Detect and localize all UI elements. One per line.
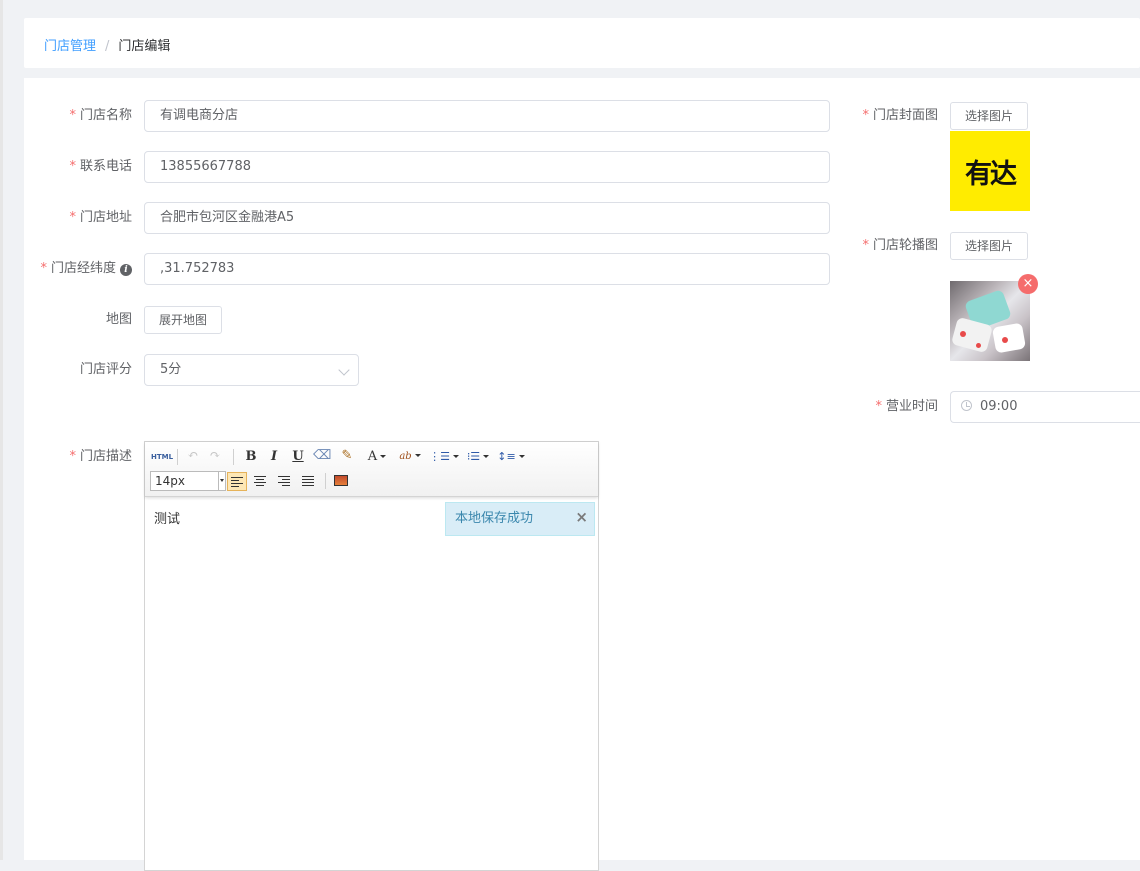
cover-label: * 门店封面图 — [844, 100, 938, 132]
business-hours-value: 09:00 — [980, 399, 1018, 414]
ordered-list-icon: ⋮☰ — [429, 450, 450, 463]
font-size-value: 14px — [155, 474, 185, 488]
underline-button[interactable]: U — [290, 448, 306, 466]
rating-select[interactable]: 5分 — [144, 354, 359, 386]
store-name-input[interactable]: 有调电商分店 — [144, 100, 830, 132]
breadcrumb-card: 门店管理 / 门店编辑 — [24, 18, 1140, 68]
breadcrumb-separator: / — [105, 39, 110, 54]
required-mark: * — [69, 210, 76, 225]
rating-label: 门店评分 — [79, 362, 132, 377]
highlight-icon: ab — [399, 451, 412, 462]
close-icon[interactable]: × — [575, 501, 588, 533]
font-size-select[interactable]: 14px — [150, 471, 226, 491]
align-justify-button[interactable] — [299, 472, 319, 491]
store-name-label-text: 门店名称 — [79, 108, 132, 123]
carousel-image — [950, 281, 1030, 361]
carousel-label: * 门店轮播图 — [844, 230, 938, 262]
page-left-edge — [0, 0, 3, 860]
align-right-button[interactable] — [275, 472, 295, 491]
address-label-text: 门店地址 — [79, 210, 132, 225]
align-center-button[interactable] — [251, 472, 271, 491]
toolbar-divider — [325, 473, 326, 489]
required-mark: * — [862, 238, 869, 253]
description-label-text: 门店描述 — [79, 449, 132, 464]
clock-icon — [961, 400, 972, 411]
pattern-dot — [1002, 337, 1008, 343]
required-mark: * — [875, 399, 882, 414]
unordered-list-button[interactable]: ⁝☰ — [463, 448, 493, 466]
toolbar-divider — [177, 449, 178, 465]
required-mark: * — [69, 449, 76, 464]
undo-icon[interactable]: ↶ — [185, 447, 201, 465]
save-success-toast: 本地保存成功 × — [445, 502, 595, 536]
required-mark: * — [69, 159, 76, 174]
cover-label-text: 门店封面图 — [872, 108, 938, 123]
italic-button[interactable]: I — [266, 448, 282, 466]
required-mark: * — [69, 108, 76, 123]
breadcrumb: 门店管理 / 门店编辑 — [44, 35, 170, 54]
cover-image: 有达 — [950, 131, 1030, 211]
required-mark: * — [862, 108, 869, 123]
coords-label-text: 门店经纬度 — [50, 261, 116, 276]
expand-map-button[interactable]: 展开地图 — [144, 306, 223, 334]
hours-label: * 营业时间 — [844, 391, 938, 423]
bedding-pillow — [991, 322, 1027, 354]
ordered-list-button[interactable]: ⋮☰ — [429, 448, 459, 466]
hours-label-text: 营业时间 — [885, 399, 938, 414]
redo-icon[interactable]: ↷ — [207, 447, 223, 465]
breadcrumb-store-edit: 门店编辑 — [118, 39, 171, 54]
info-icon[interactable]: i — [120, 264, 132, 276]
align-left-button[interactable] — [227, 472, 247, 491]
format-brush-icon[interactable]: ✎ — [338, 447, 356, 465]
eraser-icon[interactable]: ⌫ — [313, 447, 331, 465]
address-input[interactable]: 合肥市包河区金融港A5 — [144, 202, 830, 234]
pattern-dot — [960, 331, 966, 337]
store-edit-form: * 门店名称 有调电商分店 * 联系电话 13855667788 * 门店地址 合肥市… — [24, 78, 1140, 871]
address-label: * 门店地址 — [24, 202, 132, 234]
cover-select-image-button[interactable]: 选择图片 — [950, 102, 1029, 130]
editor-content[interactable]: 测试 — [154, 508, 180, 527]
coords-label: * 门店经纬度 i — [24, 253, 132, 285]
rating-select-value: 5分 — [160, 362, 182, 377]
line-height-button[interactable]: ↕≡ — [497, 448, 525, 466]
toolbar-divider — [233, 449, 234, 465]
insert-image-icon[interactable] — [334, 475, 348, 486]
unordered-list-icon: ⁝☰ — [466, 450, 481, 463]
carousel-label-text: 门店轮播图 — [872, 238, 938, 253]
line-height-icon: ↕≡ — [497, 450, 516, 463]
phone-input[interactable]: 13855667788 — [144, 151, 830, 183]
pattern-dot — [976, 343, 981, 348]
map-label: 地图 — [105, 312, 132, 327]
chevron-down-icon — [338, 364, 350, 376]
carousel-select-image-button[interactable]: 选择图片 — [950, 232, 1029, 260]
breadcrumb-store-management[interactable]: 门店管理 — [44, 39, 96, 54]
html-source-button[interactable]: HTML — [151, 448, 173, 466]
highlight-color-button[interactable]: ab — [395, 448, 425, 466]
rich-text-editor: HTML ↶ ↷ B I U ⌫ ✎ A ab ⋮☰ ⁝☰ ↕≡ 14px 测试… — [144, 441, 599, 871]
required-mark: * — [40, 261, 47, 276]
business-hours-picker[interactable]: 09:00 — [950, 391, 1140, 423]
toast-message: 本地保存成功 — [455, 511, 534, 526]
bold-button[interactable]: B — [243, 448, 259, 466]
font-color-icon: A — [367, 449, 378, 464]
phone-label-text: 联系电话 — [79, 159, 132, 174]
chevron-down-icon — [218, 472, 225, 490]
remove-image-icon[interactable]: × — [1018, 274, 1038, 294]
phone-label: * 联系电话 — [24, 151, 132, 183]
store-name-label: * 门店名称 — [24, 100, 132, 132]
editor-toolbar: HTML ↶ ↷ B I U ⌫ ✎ A ab ⋮☰ ⁝☰ ↕≡ 14px — [145, 442, 598, 497]
description-label: * 门店描述 — [24, 441, 132, 473]
coords-input[interactable]: ,31.752783 — [144, 253, 830, 285]
font-color-button[interactable]: A — [363, 448, 391, 466]
